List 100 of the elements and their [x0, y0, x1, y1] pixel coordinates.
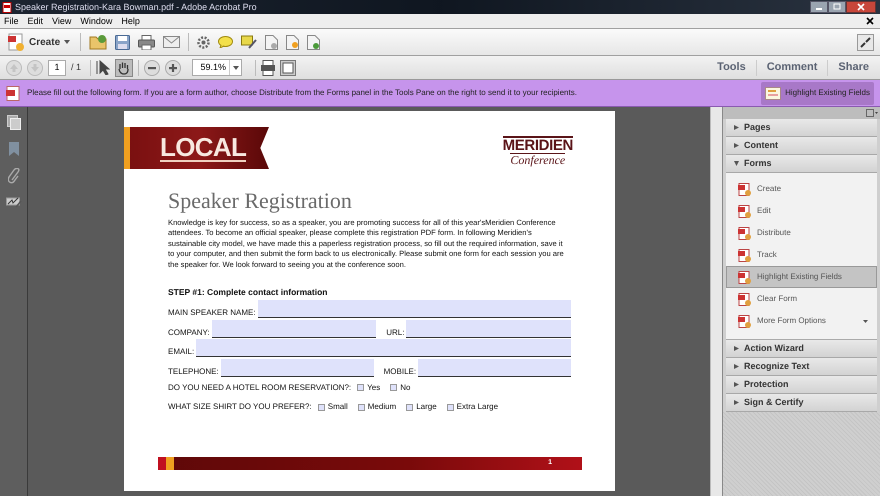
checkbox[interactable]: [446, 404, 454, 411]
restore-icon[interactable]: [828, 1, 846, 13]
scrollbar[interactable]: [710, 107, 722, 496]
expand-triangle-icon: [734, 400, 739, 405]
checkbox[interactable]: [390, 384, 398, 392]
input-field[interactable]: [220, 358, 374, 377]
checkbox[interactable]: [406, 404, 414, 411]
tool-item[interactable]: Track: [726, 244, 877, 266]
zoom-in-icon[interactable]: [165, 60, 182, 76]
checkbox-label: Extra Large: [456, 401, 498, 414]
tool-item[interactable]: Distribute: [726, 222, 877, 244]
zoom-out-icon[interactable]: [144, 60, 160, 76]
input-field[interactable]: [212, 320, 376, 338]
field-label: TELEPHONE:: [168, 368, 219, 376]
input-field[interactable]: [258, 300, 571, 318]
expand-icon[interactable]: [857, 34, 874, 50]
document-icon[interactable]: [286, 34, 300, 50]
page-number-field[interactable]: 1: [48, 60, 66, 76]
create-button[interactable]: Create: [6, 31, 72, 53]
full-screen-icon[interactable]: [280, 60, 296, 76]
checkbox-label: Small: [328, 401, 348, 414]
checkbox-label: Yes: [367, 382, 380, 394]
menu-item[interactable]: Help: [121, 16, 140, 26]
field-label: MAIN SPEAKER NAME:: [168, 309, 256, 318]
close-icon[interactable]: [866, 17, 874, 25]
fit-page-icon[interactable]: [261, 60, 276, 76]
panel-section-header[interactable]: Content: [726, 137, 877, 155]
menu-item[interactable]: Window: [80, 16, 112, 26]
task-tab[interactable]: Comment: [762, 59, 822, 76]
form-tool-icon: [738, 292, 751, 306]
document-icon[interactable]: [265, 34, 278, 50]
caret-icon: [232, 66, 239, 70]
menu-item[interactable]: Edit: [28, 16, 44, 26]
panel-section-header[interactable]: Sign & Certify: [726, 394, 877, 412]
expand-triangle-icon: [734, 125, 739, 130]
settings-icon[interactable]: [197, 36, 210, 48]
checkbox-label: Large: [416, 401, 437, 414]
tool-item[interactable]: Clear Form: [726, 288, 877, 310]
checkbox[interactable]: [318, 404, 325, 411]
expand-triangle-icon: [734, 364, 739, 369]
checkbox[interactable]: [358, 404, 365, 411]
task-tab[interactable]: Tools: [712, 59, 751, 76]
tool-item[interactable]: More Form Options: [726, 310, 877, 332]
message-text: Please fill out the following form. If you are a form author, choose Distribute from the Forms panel in the Tools Pane on the right to send it to your recipients.: [27, 87, 578, 99]
window-title: Speaker Registration-Kara Bowman.pdf - Adobe Acrobat Pro: [15, 2, 257, 12]
form-title: Speaker Registration: [168, 190, 353, 212]
task-tab[interactable]: Share: [833, 59, 874, 76]
pdf-form-icon: [6, 86, 20, 100]
form-tool-icon: [738, 248, 751, 262]
input-field[interactable]: [406, 320, 571, 338]
panel-options-icon[interactable]: [866, 109, 878, 117]
checkbox[interactable]: [357, 384, 364, 392]
field-label: URL:: [386, 328, 404, 337]
save-icon[interactable]: [115, 34, 130, 50]
menu-item[interactable]: File: [4, 16, 19, 26]
panel-section-header[interactable]: Recognize Text: [726, 358, 877, 376]
comment-icon[interactable]: [218, 36, 234, 48]
checkbox-label: Medium: [368, 401, 396, 414]
question-label: DO YOU NEED A HOTEL ROOM RESERVATION?:: [168, 382, 352, 394]
page-count: / 1: [71, 60, 82, 74]
field-label: MOBILE:: [384, 368, 416, 376]
panel-section-header[interactable]: Protection: [726, 376, 877, 394]
caret-icon: [64, 40, 70, 44]
close-icon[interactable]: [846, 1, 876, 13]
input-field[interactable]: [196, 339, 571, 358]
panel-section-header[interactable]: Action Wizard: [726, 340, 877, 358]
panel-section-header[interactable]: Pages: [726, 119, 877, 137]
tool-item[interactable]: Edit: [726, 200, 877, 222]
tool-item[interactable]: Highlight Existing Fields: [726, 266, 877, 288]
folder-icon[interactable]: [89, 34, 108, 50]
banner-text: LOCAL: [160, 134, 246, 162]
zoom-field[interactable]: 59.1%: [192, 59, 242, 76]
form-tool-icon: [738, 204, 751, 218]
expand-triangle-icon: [734, 382, 739, 387]
step-heading: STEP #1: Complete contact information: [168, 286, 328, 299]
note-pen-icon[interactable]: [241, 35, 258, 49]
tool-item[interactable]: Create: [726, 178, 877, 200]
document-icon[interactable]: [307, 34, 320, 50]
pdf-icon: [2, 2, 12, 12]
input-field[interactable]: [418, 358, 572, 377]
select-cursor-icon[interactable]: [96, 60, 110, 75]
signature-icon[interactable]: [6, 196, 22, 208]
pages-icon[interactable]: [6, 115, 20, 130]
menu-item[interactable]: View: [52, 16, 72, 26]
print-icon[interactable]: [138, 34, 156, 50]
paperclip-icon[interactable]: [8, 168, 20, 184]
field-label: COMPANY:: [168, 328, 210, 337]
checkbox-label: No: [400, 382, 410, 394]
field-label: EMAIL:: [168, 348, 194, 356]
highlight-fields-button[interactable]: Highlight Existing Fields: [761, 82, 874, 104]
form-tool-icon: [738, 270, 751, 284]
document-icon: [8, 33, 25, 51]
expand-triangle-icon: [734, 346, 739, 351]
hand-icon[interactable]: [115, 58, 134, 76]
mail-icon[interactable]: [163, 36, 180, 48]
form-tool-icon: [738, 182, 751, 196]
form-tool-icon: [738, 226, 751, 240]
minimize-icon[interactable]: [810, 1, 828, 13]
panel-section-header[interactable]: Forms: [726, 155, 877, 173]
collapse-triangle-icon: [734, 161, 739, 166]
